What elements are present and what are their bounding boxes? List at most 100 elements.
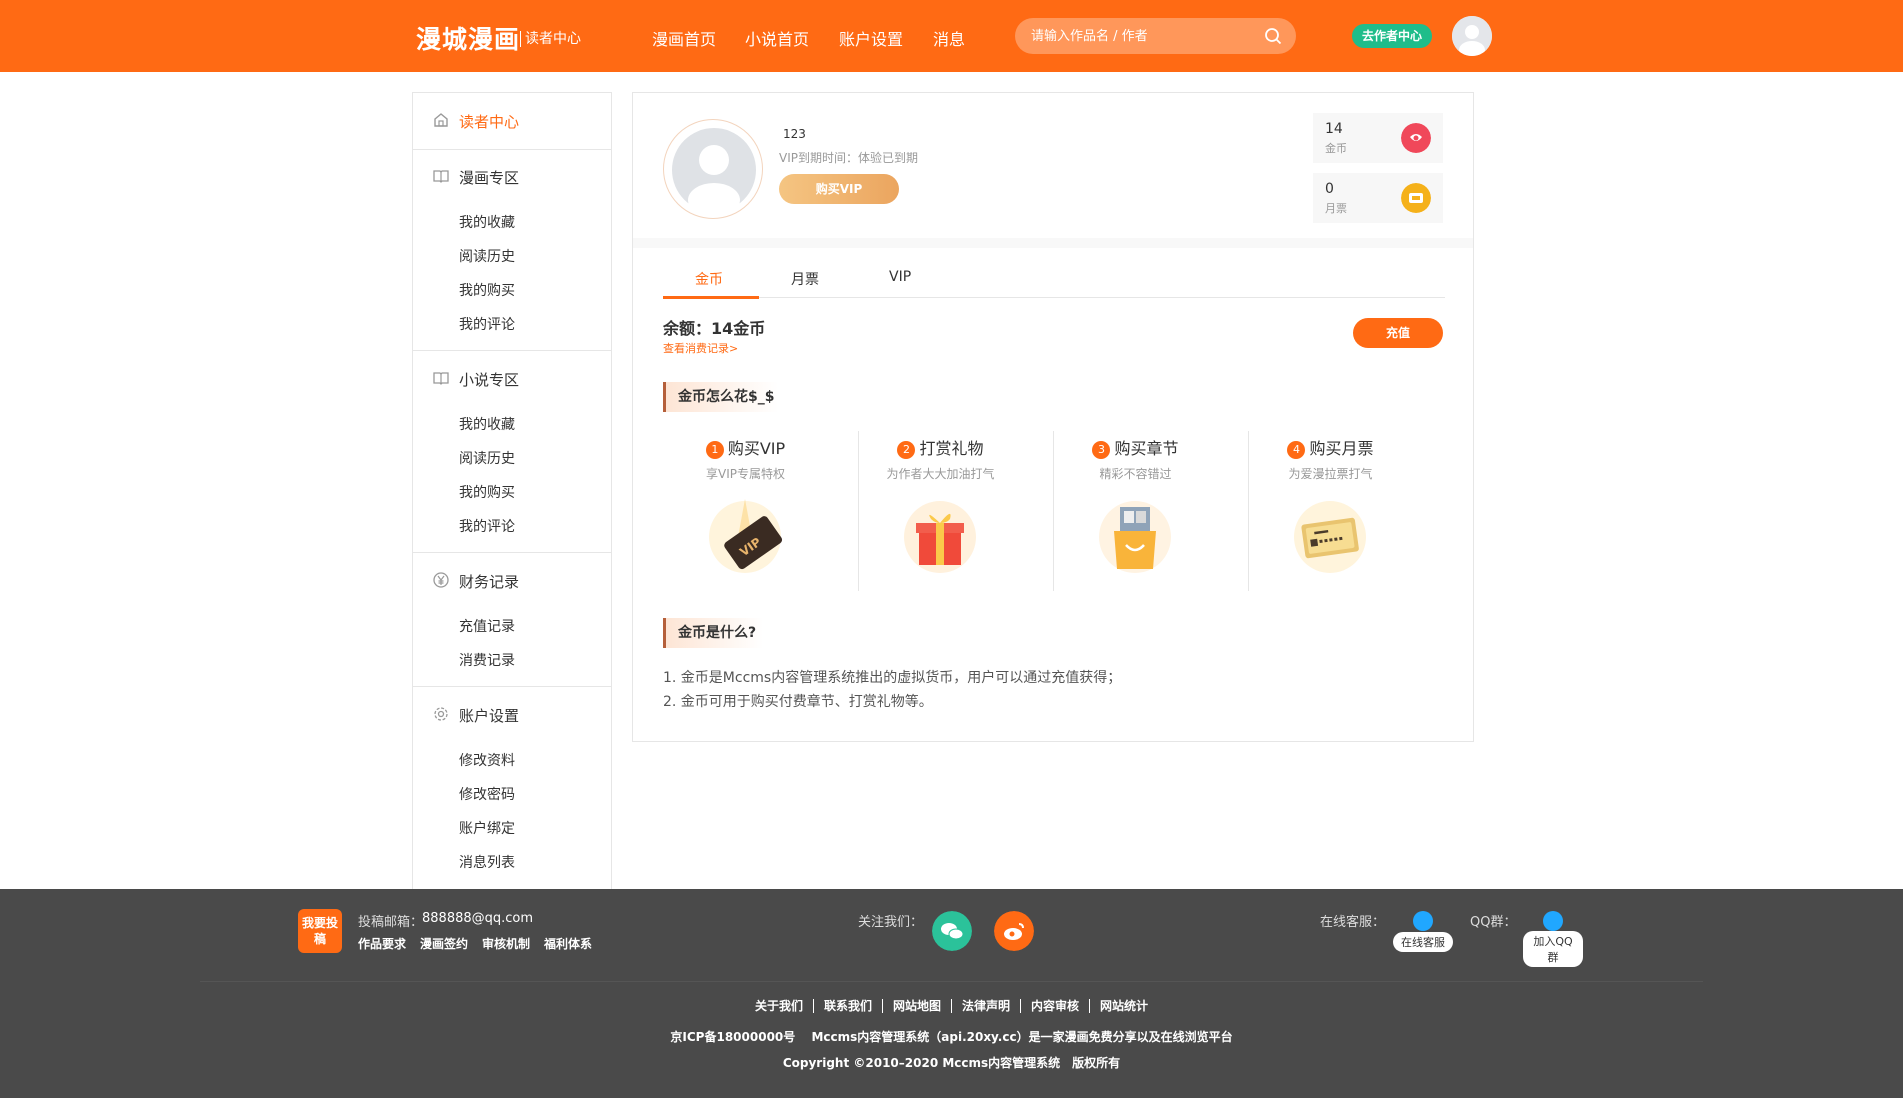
wechat-icon[interactable] [932, 911, 972, 951]
tab-vip[interactable]: VIP [889, 269, 911, 285]
shopping-bag-icon [1099, 501, 1171, 573]
feature-desc: 为爱漫拉票打气 [1288, 467, 1373, 481]
sidebar-comic-favorites[interactable]: 我的收藏 [459, 212, 515, 232]
footer-link-requirements[interactable]: 作品要求 [358, 935, 406, 952]
vip-expiry: VIP到期时间：体验已到期 [779, 151, 918, 165]
sidebar-spending-records[interactable]: 消费记录 [459, 650, 515, 670]
step-number: 1 [705, 441, 724, 459]
divider [413, 552, 611, 553]
coin-description-line: 2. 金币可用于购买付费章节、打赏礼物等。 [663, 694, 933, 710]
sidebar-comic-history[interactable]: 阅读历史 [459, 246, 515, 266]
sidebar-novel-section: 小说专区 [459, 371, 520, 389]
ticket-icon [1401, 183, 1431, 213]
nav-account-settings[interactable]: 账户设置 [839, 26, 903, 50]
icp-line: 京ICP备18000000号 Mccms内容管理系统（api.20xy.cc）是… [670, 1030, 1233, 1044]
buy-vip-button[interactable]: 购买VIP [779, 174, 899, 204]
ticket-stat: 0 月票 [1313, 173, 1443, 223]
step-number: 2 [897, 441, 916, 459]
book-icon [433, 170, 449, 183]
tab-monthly-tickets[interactable]: 月票 [791, 269, 819, 289]
gear-icon [434, 707, 448, 721]
feature-title: 购买月票 [1309, 439, 1374, 458]
sidebar-novel-history[interactable]: 阅读历史 [459, 448, 515, 468]
sidebar-novel-favorites[interactable]: 我的收藏 [459, 414, 515, 434]
sidebar-account-section: 账户设置 [459, 707, 520, 725]
coin-balance: 余额：14金币 [663, 319, 766, 338]
feature-title: 打赏礼物 [919, 439, 984, 458]
sidebar-message-list[interactable]: 消息列表 [459, 852, 515, 872]
what-is-coin-heading: 金币是什么? [663, 618, 763, 648]
sidebar-comic-purchases[interactable]: 我的购买 [459, 280, 515, 300]
sidebar-change-password[interactable]: 修改密码 [459, 784, 515, 804]
section-separator [633, 238, 1473, 248]
sidebar-novel-purchases[interactable]: 我的购买 [459, 482, 515, 502]
weibo-icon[interactable] [994, 911, 1034, 951]
tab-coins[interactable]: 金币 [695, 269, 723, 289]
step-number: 4 [1287, 441, 1306, 459]
step-number: 3 [1092, 441, 1111, 459]
join-qq-button[interactable]: 加入QQ群 [1523, 911, 1583, 967]
feature-desc: 精彩不容错过 [1099, 467, 1172, 481]
coin-icon [1401, 123, 1431, 153]
sidebar-comic-section: 漫画专区 [459, 169, 520, 187]
ticket-label: 月票 [1325, 202, 1347, 215]
divider [413, 149, 611, 150]
submit-work-badge[interactable]: 我要投稿 [298, 909, 342, 953]
profile-avatar [663, 119, 763, 219]
footer-link-content-review[interactable]: 内容审核 [1020, 999, 1090, 1013]
search-box [1015, 18, 1296, 54]
footer-divider [200, 981, 1703, 982]
username: 123 [783, 127, 806, 141]
nav-novel-home[interactable]: 小说首页 [745, 26, 809, 50]
headset-icon [1413, 911, 1433, 931]
user-avatar[interactable] [1452, 16, 1492, 56]
footer-link-signing[interactable]: 漫画签约 [420, 935, 468, 952]
feature-desc: 为作者大大加油打气 [886, 467, 995, 481]
footer: 我要投稿 投稿邮箱： 888888@qq.com 作品要求 漫画签约 审核机制 … [0, 889, 1903, 1098]
sidebar-account-binding[interactable]: 账户绑定 [459, 818, 515, 838]
site-logo[interactable]: 漫城漫画 [416, 20, 520, 56]
footer-link-review[interactable]: 审核机制 [482, 935, 530, 952]
sidebar-recharge-records[interactable]: 充值记录 [459, 616, 515, 636]
sidebar: 读者中心 漫画专区 我的收藏 阅读历史 我的购买 我的评论 小说专区 我的收藏 … [412, 92, 612, 889]
divider [413, 686, 611, 687]
monthly-ticket-icon [1294, 501, 1366, 573]
footer-link-welfare[interactable]: 福利体系 [544, 935, 592, 952]
footer-link-stats[interactable]: 网站统计 [1089, 999, 1159, 1013]
search-input[interactable] [1031, 18, 1251, 54]
qq-icon [1543, 911, 1563, 931]
feature-desc: 享VIP专属特权 [706, 467, 785, 481]
coin-label: 金币 [1325, 142, 1347, 155]
feature-gift: 2 打赏礼物 为作者大大加油打气 [843, 433, 1038, 593]
tab-active-indicator [663, 296, 759, 299]
author-center-button[interactable]: 去作者中心 [1352, 24, 1432, 48]
divider [413, 350, 611, 351]
feature-title: 购买章节 [1114, 439, 1179, 458]
footer-link-contact[interactable]: 联系我们 [812, 999, 882, 1013]
follow-us-label: 关注我们： [858, 915, 924, 930]
nav-messages[interactable]: 消息 [933, 26, 965, 50]
logo-subtitle: 读者中心 [520, 31, 581, 47]
sidebar-comic-comments[interactable]: 我的评论 [459, 314, 515, 334]
sidebar-edit-profile[interactable]: 修改资料 [459, 750, 515, 770]
nav-comic-home[interactable]: 漫画首页 [652, 26, 716, 50]
main-panel: 123 VIP到期时间：体验已到期 购买VIP 14 金币 0 月票 金币 月票… [632, 92, 1474, 742]
search-icon[interactable] [1264, 27, 1282, 45]
book-icon [433, 372, 449, 385]
sidebar-novel-comments[interactable]: 我的评论 [459, 516, 515, 536]
recharge-button[interactable]: 充值 [1353, 318, 1443, 348]
footer-link-legal[interactable]: 法律声明 [951, 999, 1021, 1013]
vip-card-icon: VIP [709, 499, 783, 573]
email-label: 投稿邮箱： [358, 915, 424, 930]
footer-link-sitemap[interactable]: 网站地图 [881, 999, 951, 1013]
sidebar-reader-center[interactable]: 读者中心 [459, 111, 519, 132]
online-service-button[interactable]: 在线客服 [1393, 911, 1453, 952]
qq-group-label: QQ群： [1470, 915, 1517, 930]
footer-link-about[interactable]: 关于我们 [745, 999, 813, 1013]
coin-description-line: 1. 金币是Mccms内容管理系统推出的虚拟货币，用户可以通过充值获得； [663, 670, 1122, 686]
coin-stat: 14 金币 [1313, 113, 1443, 163]
view-spending-records-link[interactable]: 查看消费记录> [663, 340, 738, 356]
submission-email: 888888@qq.com [422, 911, 534, 926]
ticket-count: 0 [1325, 181, 1334, 197]
feature-buy-vip: 1 购买VIP 享VIP专属特权 VIP [648, 433, 843, 593]
